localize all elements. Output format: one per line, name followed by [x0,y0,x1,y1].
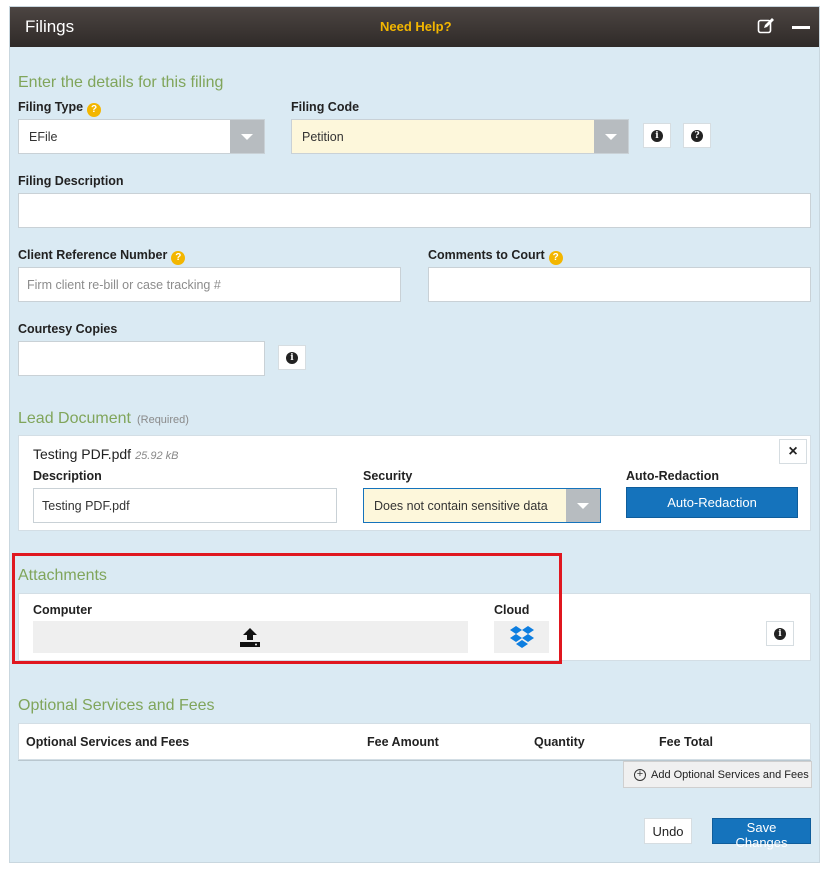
filing-code-select[interactable]: Petition [291,119,629,154]
filing-description-input[interactable] [18,193,811,228]
filing-type-select[interactable]: EFile [18,119,265,154]
panel-header: Filings Need Help? [10,7,819,47]
auto-redaction-label: Auto-Redaction [626,469,720,483]
minimize-icon[interactable] [791,17,811,37]
question-icon[interactable]: ? [548,251,563,265]
plus-circle-icon: + [634,769,646,781]
filing-type-value: EFile [29,130,58,144]
auto-redaction-button[interactable]: Auto-Redaction [626,487,798,518]
comments-to-court-input[interactable] [428,267,811,302]
attachments-highlight-box [12,553,562,664]
courtesy-copies-input[interactable] [18,341,265,376]
panel-title: Filings [25,17,75,36]
need-help-link[interactable]: Need Help? [380,19,452,34]
close-icon: × [788,442,798,460]
filings-panel: Filings Need Help? Enter the details for… [9,6,820,863]
save-changes-button[interactable]: Save Changes [712,818,811,850]
file-name: Testing PDF.pdf [33,446,132,462]
security-value: Does not contain sensitive data [374,499,548,513]
undo-button[interactable]: Undo [644,818,692,844]
courtesy-copies-info-button[interactable]: i [278,345,306,370]
column-header: Fee Total [659,735,713,749]
lead-document-section-title: Lead Document (Required) [18,410,189,427]
comments-to-court-label: Comments to Court? [428,248,563,265]
optional-services-table-header: Optional Services and Fees Fee Amount Qu… [18,723,811,760]
question-icon[interactable]: ? [171,251,186,265]
remove-document-button[interactable]: × [779,439,807,464]
chevron-down-icon[interactable] [594,120,628,153]
attachments-info-button[interactable]: i [766,621,794,646]
lead-document-file: Testing PDF.pdf 25.92 kB [33,446,178,462]
column-header: Fee Amount [367,735,439,749]
courtesy-copies-label: Courtesy Copies [18,322,118,336]
filing-code-label: Filing Code [291,100,360,114]
client-reference-input[interactable] [18,267,401,302]
info-icon: i [774,627,786,640]
chevron-down-icon[interactable] [230,120,264,153]
filing-type-label: Filing Type? [18,100,102,117]
info-icon: i [651,129,663,142]
client-reference-label: Client Reference Number? [18,248,186,265]
info-icon: i [286,351,298,364]
question-icon[interactable]: ? [87,103,102,117]
document-description-input[interactable] [33,488,337,523]
optional-services-section-title: Optional Services and Fees [18,697,215,714]
details-section-title: Enter the details for this filing [18,74,224,91]
column-header: Quantity [534,735,585,749]
column-header: Optional Services and Fees [26,735,190,749]
file-size: 25.92 kB [135,450,179,462]
add-optional-services-label: Add Optional Services and Fees [651,769,809,781]
edit-icon[interactable] [757,17,775,35]
required-note: (Required) [136,414,189,426]
lead-document-card: Testing PDF.pdf25.92 kB × Description Se… [18,435,811,531]
filing-code-info-button[interactable]: i [643,123,671,148]
add-optional-services-button[interactable]: + Add Optional Services and Fees [623,761,812,788]
security-select[interactable]: Does not contain sensitive data [363,488,601,523]
security-label: Security [363,469,413,483]
filing-code-value: Petition [302,130,344,144]
filing-description-label: Filing Description [18,174,124,188]
chevron-down-icon[interactable] [566,489,600,522]
question-icon: ? [691,129,703,142]
filing-code-help-button[interactable]: ? [683,123,711,148]
description-label: Description [33,469,102,483]
